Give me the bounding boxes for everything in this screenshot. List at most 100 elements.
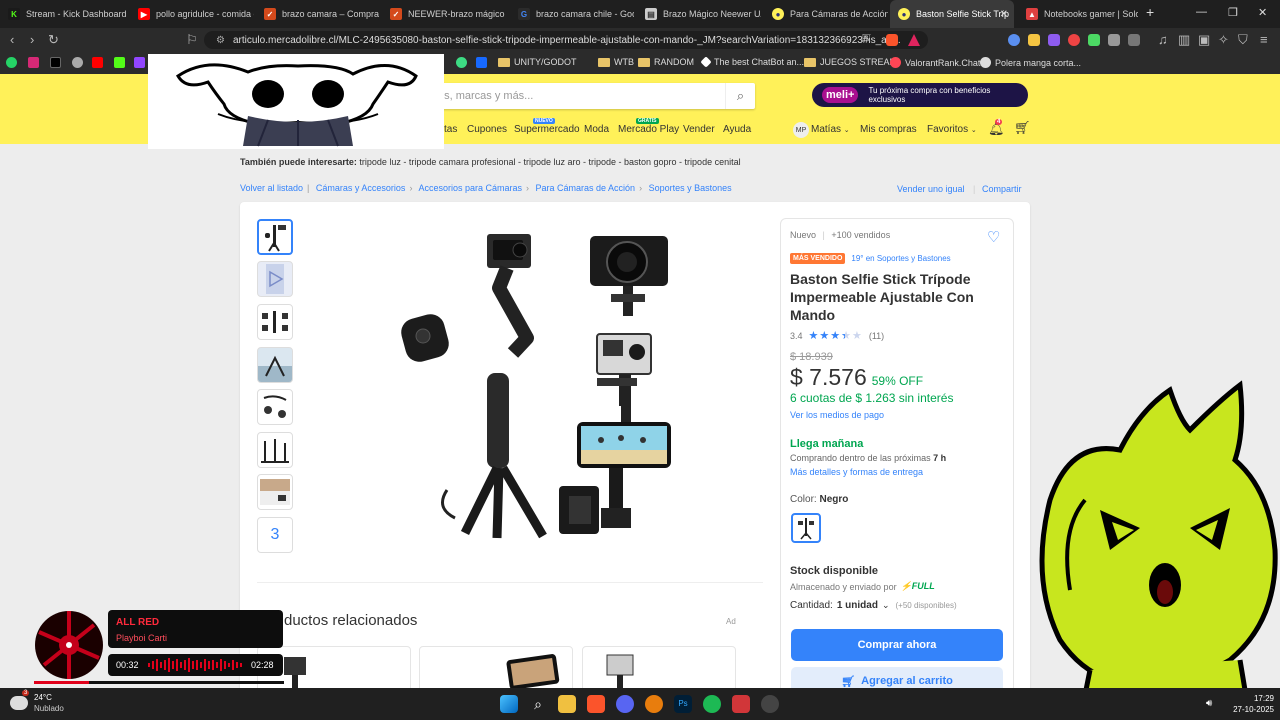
product-thumbnail[interactable] (257, 389, 293, 425)
nav-link-mis-compras[interactable]: Mis compras (860, 124, 917, 135)
brave-shield-icon[interactable] (886, 34, 898, 46)
x-icon[interactable] (50, 57, 65, 68)
cart-icon[interactable]: 🛒︎ (1014, 120, 1031, 136)
tab-youtube[interactable]: ▶ pollo agridulce - comida c (130, 0, 254, 28)
ranking-link[interactable]: 19° en Soportes y Bastones (851, 254, 950, 263)
sidebar-icon[interactable]: ▥ (1178, 32, 1190, 48)
extension-icon[interactable] (1008, 34, 1020, 46)
reload-icon[interactable]: ↻ (48, 32, 59, 48)
favoritos-menu[interactable]: Favoritos ⌄ (927, 124, 977, 135)
more-thumbnails[interactable]: 3 (257, 517, 293, 553)
nav-link-mercado-play[interactable]: Mercado Play (618, 124, 679, 135)
tab-brazo-camara[interactable]: ✓ brazo camara – Compra b (256, 0, 380, 28)
breadcrumb-item[interactable]: Soportes y Bastones (649, 183, 732, 193)
product-thumbnail[interactable] (257, 432, 293, 468)
minimize-icon[interactable]: — (1196, 6, 1207, 18)
tab-google[interactable]: G brazo camara chile - Goog (510, 0, 634, 28)
breadcrumb-item[interactable]: Para Cámaras de Acción (536, 183, 636, 193)
nav-link-moda[interactable]: Moda (584, 124, 609, 135)
extension-icon[interactable] (1088, 34, 1100, 46)
progress-track[interactable] (34, 681, 284, 684)
breadcrumb-back[interactable]: Volver al listado (240, 183, 303, 193)
share-icon[interactable]: ⇱ (862, 32, 871, 45)
breadcrumb-item[interactable]: Accesorios para Cámaras (418, 183, 522, 193)
blender-icon[interactable] (645, 695, 663, 713)
spotify-icon[interactable] (703, 695, 721, 713)
search-icon[interactable]: ⌕ (725, 83, 755, 109)
menu-icon[interactable]: ≡ (1260, 32, 1268, 47)
volume-icon[interactable]: 🔊︎ (1206, 698, 1212, 709)
tab-solotodo[interactable]: ▲ Notebooks gamer | SoloTo (1018, 0, 1138, 28)
buy-now-button[interactable]: Comprar ahora (791, 629, 1003, 661)
nav-link-vender[interactable]: Vender (683, 124, 715, 135)
breadcrumb-item[interactable]: Cámaras y Accesorios (316, 183, 406, 193)
heart-icon[interactable]: ♡ (987, 228, 1000, 246)
extension-icon[interactable] (1128, 34, 1140, 46)
behance-icon[interactable] (476, 57, 491, 68)
bookmark-green-icon[interactable] (456, 57, 471, 68)
apple-icon[interactable] (72, 57, 87, 68)
bookmark-unity-godot[interactable]: UNITY/GODOT (498, 57, 577, 67)
back-icon[interactable]: ‹ (10, 32, 14, 47)
extension-icon[interactable] (1048, 34, 1060, 46)
app-icon[interactable] (732, 695, 750, 713)
rating-row[interactable]: 3.4 ★★★★★ ★★★★★ (11) (790, 329, 884, 342)
product-thumbnail[interactable] (257, 304, 293, 340)
color-option-negro[interactable] (791, 513, 821, 543)
bookmark-valorantrank[interactable]: ValorantRank.Chat (890, 57, 980, 68)
avatar[interactable]: MP (793, 122, 809, 138)
tab-neewer[interactable]: ✓ NEEWER-brazo mágico de (382, 0, 506, 28)
media-icon[interactable]: ♫ (1158, 32, 1168, 47)
address-bar[interactable]: ⚙ articulo.mercadolibre.cl/MLC-249563508… (204, 31, 928, 49)
clock[interactable]: 17:29 27-10-2025 (1222, 693, 1274, 715)
file-explorer-icon[interactable] (558, 695, 576, 713)
meliplus-banner[interactable]: meli+ Tu próxima compra con beneficios e… (812, 83, 1028, 107)
tab-kick-dashboard[interactable]: K Stream - Kick Dashboard (0, 0, 126, 28)
close-tab-icon[interactable]: ✕ (1000, 9, 1008, 20)
tab-neewer-ua[interactable]: ▤ Brazo Mágico Neewer UA (637, 0, 761, 28)
instagram-icon[interactable] (28, 57, 43, 68)
whatsapp-icon[interactable] (6, 57, 21, 68)
leo-icon[interactable]: ✧ (1218, 32, 1229, 48)
new-tab-button[interactable]: + (1146, 4, 1154, 20)
search-input[interactable]: os, marcas y más... ⌕ (430, 83, 755, 109)
payment-methods-link[interactable]: Ver los medios de pago (790, 410, 884, 420)
bookmark-icon[interactable]: ⚐ (186, 32, 198, 48)
youtube-icon[interactable] (92, 57, 107, 68)
kick-icon[interactable] (114, 57, 129, 68)
extension-icon[interactable] (1068, 34, 1080, 46)
extension-icon[interactable] (1108, 34, 1120, 46)
bookmark-random[interactable]: RANDOM (638, 57, 694, 67)
product-thumbnail[interactable] (257, 474, 293, 510)
related-search-links[interactable]: tripode luz - tripode camara profesional… (359, 157, 740, 167)
bookmark-juegos-stream[interactable]: JUEGOS STREAM (804, 57, 897, 67)
vpn-icon[interactable]: ⛉ (1238, 32, 1248, 48)
close-window-icon[interactable]: ✕ (1258, 6, 1267, 19)
nav-link-cupones[interactable]: Cupones (467, 124, 507, 135)
quantity-selector[interactable]: Cantidad: 1 unidad ⌄ (+50 disponibles) (790, 600, 957, 611)
sell-same-link[interactable]: Vender uno igual (897, 184, 965, 194)
tab-camaras-accion[interactable]: ● Para Cámaras de Acción S (764, 0, 888, 28)
photoshop-icon[interactable]: Ps (674, 695, 692, 713)
wallet-icon[interactable]: ▣ (1198, 32, 1210, 48)
product-thumbnail[interactable] (257, 219, 293, 255)
weather-widget[interactable]: 3 24°C Nublado (10, 690, 64, 714)
restore-icon[interactable]: ❐ (1228, 6, 1238, 19)
twitch-icon[interactable] (134, 57, 149, 68)
delivery-details-link[interactable]: Más detalles y formas de entrega (790, 467, 923, 477)
product-main-image[interactable] (395, 228, 685, 548)
search-icon[interactable]: ⌕ (529, 695, 547, 713)
share-link[interactable]: Compartir (982, 184, 1022, 194)
extension-icon[interactable] (1028, 34, 1040, 46)
brave-icon[interactable] (587, 695, 605, 713)
nav-link-ayuda[interactable]: Ayuda (723, 124, 751, 135)
bookmark-chatbot[interactable]: The best ChatBot an... (700, 56, 804, 68)
discord-icon[interactable] (616, 695, 634, 713)
start-icon[interactable] (500, 695, 518, 713)
product-thumbnail[interactable] (257, 347, 293, 383)
nav-link-ofertas[interactable]: tas (444, 124, 457, 135)
app-icon[interactable] (761, 695, 779, 713)
user-menu[interactable]: Matías ⌄ (811, 124, 850, 135)
nav-link-supermercado[interactable]: Supermercado (514, 124, 580, 135)
site-info-icon[interactable]: ⚙ (216, 35, 225, 46)
